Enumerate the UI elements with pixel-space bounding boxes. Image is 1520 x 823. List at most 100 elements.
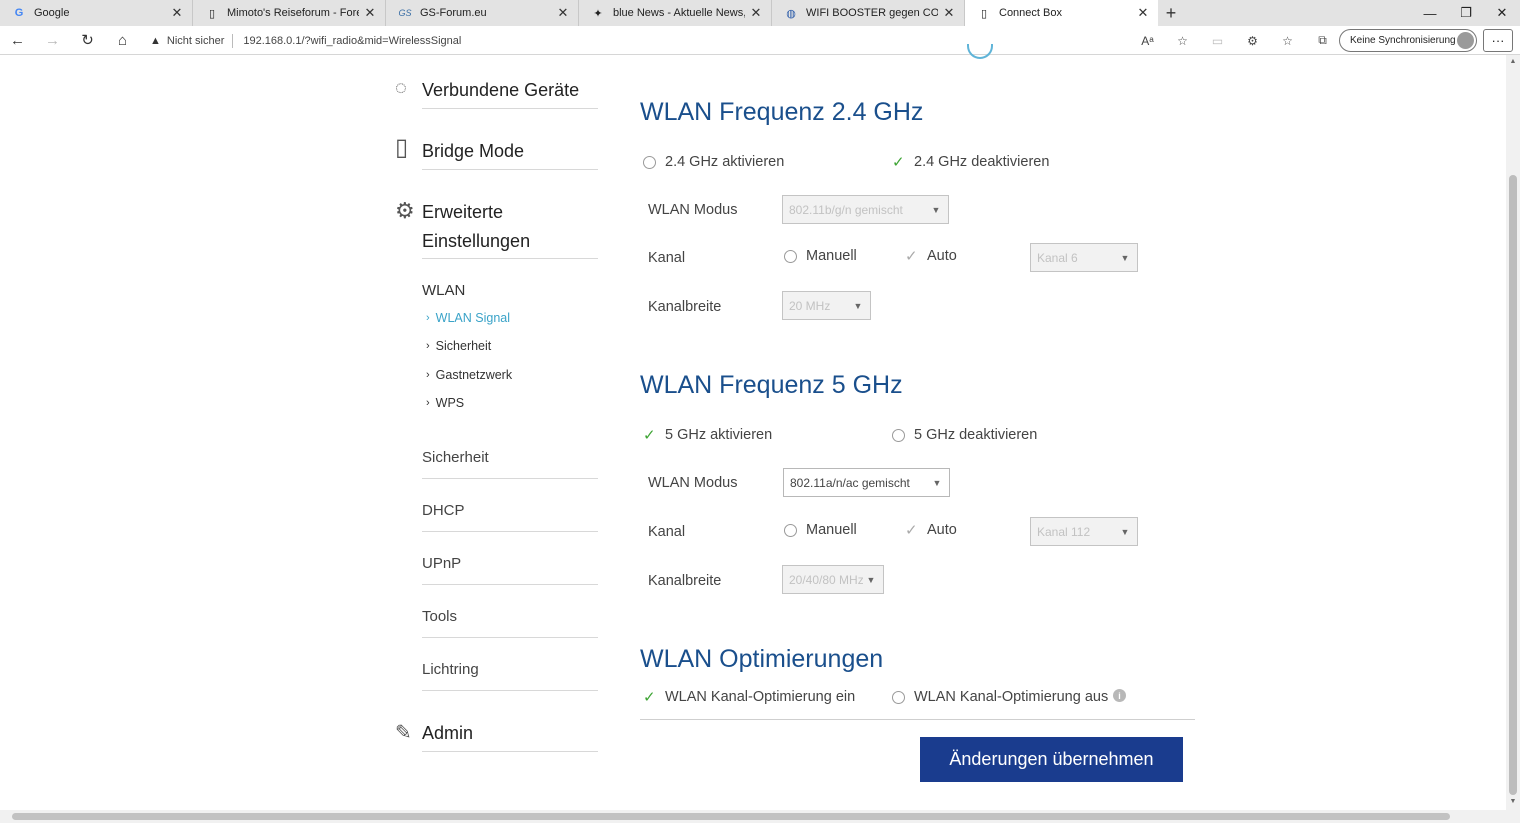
radio-channel-auto-5ghz[interactable]: ✓ Auto [905,522,957,538]
minimize-icon[interactable]: — [1412,0,1448,26]
checkmark-icon: ✓ [905,521,918,539]
puzzle-icon[interactable]: ⚙ [1235,34,1270,48]
radio-unchecked-icon [643,155,656,169]
sidebar-link-label: Sicherheit [435,339,492,353]
close-icon[interactable]: ✕ [363,5,377,21]
radio-optimization-on[interactable]: ✓ WLAN Kanal-Optimierung ein [643,689,855,705]
wlan-mode-select-24ghz[interactable]: 802.11b/g/n gemischt ▼ [782,195,949,224]
checkmark-icon: ✓ [905,247,918,265]
read-aloud-icon[interactable]: Aᵃ [1130,34,1165,48]
radio-label: 5 GHz deaktivieren [914,427,1038,443]
select-value: 20/40/80 MHz [789,572,864,587]
bridge-icon: ▯ [395,134,409,161]
close-window-icon[interactable]: ✕ [1484,0,1520,26]
tab-title: blue News - Aktuelle News, best [613,7,745,19]
wlan-mode-select-5ghz[interactable]: 802.11a/n/ac gemischt ▼ [783,468,950,497]
scrollbar-thumb[interactable] [1509,175,1517,795]
channel-select-5ghz[interactable]: Kanal 112 ▼ [1030,517,1138,546]
extension-icon[interactable]: ▭ [1200,34,1235,48]
close-icon[interactable]: ✕ [1136,5,1150,21]
sidebar-item-connected-devices[interactable]: Verbundene Geräte [422,76,598,109]
vertical-scrollbar[interactable]: ▲ ▼ [1506,55,1520,810]
radio-unchecked-icon [892,428,905,442]
forward-icon[interactable]: → [35,26,70,55]
close-icon[interactable]: ✕ [556,5,570,21]
radio-label: WLAN Kanal-Optimierung ein [665,689,856,705]
sidebar-item-admin[interactable]: Admin [422,719,598,752]
chevron-down-icon: ▼ [1117,244,1133,271]
close-icon[interactable]: ✕ [170,5,184,21]
sidebar-item-bridge-mode[interactable]: Bridge Mode [422,137,598,170]
warning-icon: ▲ [150,34,161,47]
sidebar-link-guest-network[interactable]: › Gastnetzwerk [426,368,512,382]
tab-title: Mimoto's Reiseforum - Foren-Üb [227,7,359,19]
field-label: Kanal [648,250,686,266]
toolbar-icons: Aᵃ ☆ ▭ ⚙ ☆ ⧉ [1130,26,1340,55]
chevron-right-icon: › [426,312,430,324]
radio-24ghz-enable[interactable]: 2.4 GHz aktivieren [643,154,784,170]
favorites-icon[interactable]: ☆ [1270,34,1305,48]
sidebar-item-tools[interactable]: Tools [422,608,598,638]
sidebar-item-upnp[interactable]: UPnP [422,555,598,585]
select-value: 20 MHz [789,298,831,313]
home-icon[interactable]: ⌂ [105,26,140,55]
browser-tab[interactable]: GS GS-Forum.eu ✕ [386,0,579,26]
globe-icon: ◍ [786,7,796,20]
sidebar-link-security[interactable]: › Sicherheit [426,339,491,353]
reload-icon[interactable]: ↻ [70,26,105,55]
new-tab-button[interactable]: + [1158,0,1184,26]
back-icon[interactable]: ← [0,26,35,55]
channel-width-select-5ghz[interactable]: 20/40/80 MHz ▼ [782,565,884,594]
scrollbar-thumb[interactable] [12,813,1450,820]
select-value: Kanal 6 [1037,250,1078,265]
channel-select-24ghz[interactable]: Kanal 6 ▼ [1030,243,1138,272]
sync-button[interactable]: Keine Synchronisierung [1339,29,1477,52]
field-label: Kanalbreite [648,299,722,315]
section-heading-optimization: WLAN Optimierungen [640,645,884,673]
sync-label: Keine Synchronisierung [1350,35,1456,46]
sidebar-item-security[interactable]: Sicherheit [422,449,598,479]
collections-icon[interactable]: ⧉ [1305,33,1340,48]
apply-changes-button[interactable]: Änderungen übernehmen [920,737,1183,782]
channel-width-select-24ghz[interactable]: 20 MHz ▼ [782,291,871,320]
sidebar-link-label: WLAN Signal [435,311,511,325]
radio-5ghz-enable[interactable]: ✓ 5 GHz aktivieren [643,427,772,443]
scroll-up-icon[interactable]: ▲ [1509,58,1517,65]
browser-tab[interactable]: ▯ Mimoto's Reiseforum - Foren-Üb ✕ [193,0,386,26]
menu-button[interactable]: ··· [1483,29,1513,52]
info-icon[interactable]: i [1113,689,1126,702]
progress-ring-icon [967,44,993,59]
browser-tab[interactable]: ✦ blue News - Aktuelle News, best ✕ [579,0,772,26]
radio-channel-auto-24ghz[interactable]: ✓ Auto [905,248,957,264]
sidebar-item-light-ring[interactable]: Lichtring [422,661,598,691]
security-label[interactable]: Nicht sicher [167,35,224,47]
sidebar-link-wlan-signal[interactable]: › WLAN Signal [426,311,510,325]
radio-optimization-off[interactable]: WLAN Kanal-Optimierung aus [892,689,1108,705]
sidebar-link-label: WPS [435,396,465,410]
field-label: Kanalbreite [648,573,722,589]
close-icon[interactable]: ✕ [749,5,763,21]
page-icon: ▯ [980,7,988,20]
sidebar-link-label: Gastnetzwerk [435,368,513,382]
sidebar-link-wps[interactable]: › WPS [426,396,464,410]
sidebar-item-dhcp[interactable]: DHCP [422,502,598,532]
radio-5ghz-disable[interactable]: 5 GHz deaktivieren [892,427,1037,443]
browser-tab-active[interactable]: ▯ Connect Box ✕ [965,0,1158,26]
scroll-down-icon[interactable]: ▼ [1509,798,1517,805]
url-text[interactable]: 192.168.0.1/?wifi_radio&mid=WirelessSign… [243,35,461,47]
favorite-add-icon[interactable]: ☆ [1165,34,1200,48]
sidebar-item-wlan[interactable]: WLAN [422,282,465,299]
browser-tab[interactable]: ◍ WIFI BOOSTER gegen CONNECT ✕ [772,0,965,26]
sidebar-item-label: Tools [422,608,458,625]
radio-24ghz-disable[interactable]: ✓ 2.4 GHz deaktivieren [892,154,1049,170]
tab-title: Connect Box [999,7,1062,19]
horizontal-scrollbar[interactable] [0,810,1506,823]
sidebar-item-advanced-settings[interactable]: Erweiterte Einstellungen [422,198,598,259]
devices-icon: ◌ [395,77,407,99]
radio-channel-manual-5ghz[interactable]: Manuell [784,522,857,538]
browser-tab[interactable]: G Google ✕ [0,0,193,26]
radio-channel-manual-24ghz[interactable]: Manuell [784,248,857,264]
checkmark-icon: ✓ [643,688,656,706]
close-icon[interactable]: ✕ [942,5,956,21]
restore-icon[interactable]: ❐ [1448,0,1484,26]
